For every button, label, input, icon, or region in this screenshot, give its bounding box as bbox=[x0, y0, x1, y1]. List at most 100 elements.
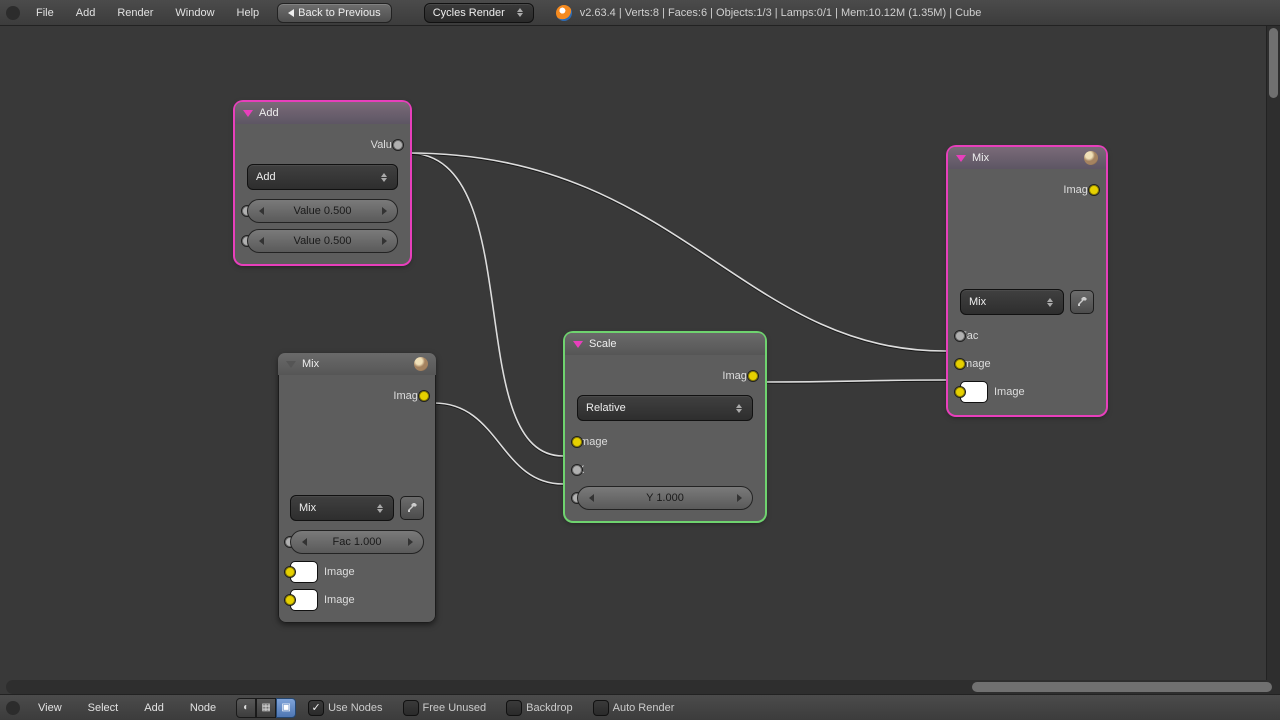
updown-icon bbox=[375, 504, 385, 513]
node-header[interactable]: Mix bbox=[948, 147, 1106, 169]
fac-text: Fac 1.000 bbox=[333, 536, 382, 548]
menu-help[interactable]: Help bbox=[227, 4, 270, 22]
backdrop-checkbox[interactable]: Backdrop bbox=[506, 700, 572, 716]
increment-icon[interactable] bbox=[401, 531, 419, 553]
updown-icon bbox=[515, 8, 525, 17]
collapse-icon[interactable] bbox=[286, 361, 296, 368]
menu-bar: File Add Render Window Help Back to Prev… bbox=[0, 0, 1280, 26]
blend-mode-dropdown[interactable]: Mix bbox=[290, 495, 394, 521]
menu-add[interactable]: Add bbox=[66, 4, 106, 22]
y-text: Y 1.000 bbox=[646, 492, 684, 504]
decrement-icon[interactable] bbox=[295, 531, 313, 553]
node-mix-2[interactable]: Mix Image Mix Fac bbox=[948, 147, 1106, 415]
decrement-icon[interactable] bbox=[252, 200, 270, 222]
scrollbar-thumb[interactable] bbox=[1269, 28, 1278, 98]
updown-icon bbox=[379, 173, 389, 182]
space-dropdown[interactable]: Relative bbox=[577, 395, 753, 421]
image2-label: Image bbox=[994, 386, 1025, 398]
menu-file[interactable]: File bbox=[26, 4, 64, 22]
space-label: Relative bbox=[586, 402, 626, 414]
node-header[interactable]: Add bbox=[235, 102, 410, 124]
collapse-icon[interactable] bbox=[243, 110, 253, 117]
value1-field[interactable]: Value 0.500 bbox=[247, 199, 398, 223]
increment-icon[interactable] bbox=[375, 230, 393, 252]
vertical-scrollbar[interactable]: + bbox=[1266, 26, 1280, 720]
footer-add[interactable]: Add bbox=[134, 699, 174, 717]
node-editor-header: View Select Add Node ◐ ▦ ▣ Use Nodes Fre… bbox=[0, 694, 1280, 720]
node-tree-type-buttons: ◐ ▦ ▣ bbox=[236, 698, 296, 718]
preview-sphere-icon bbox=[1084, 151, 1098, 165]
image-input-socket[interactable] bbox=[571, 436, 583, 448]
node-add[interactable]: Add Value Add Value 0.500 bbox=[235, 102, 410, 264]
eyedropper-icon bbox=[406, 502, 418, 514]
footer-node[interactable]: Node bbox=[180, 699, 226, 717]
image-output-socket[interactable] bbox=[747, 370, 759, 382]
texture-tree-button[interactable]: ▦ bbox=[256, 698, 276, 718]
node-header[interactable]: Mix bbox=[278, 353, 436, 375]
blender-logo-icon bbox=[556, 5, 572, 21]
value-output-socket[interactable] bbox=[392, 139, 404, 151]
image1-input-socket[interactable] bbox=[954, 358, 966, 370]
render-engine-dropdown[interactable]: Cycles Render bbox=[424, 3, 534, 23]
image2-input-socket[interactable] bbox=[284, 594, 296, 606]
menu-render[interactable]: Render bbox=[107, 4, 163, 22]
image2-label: Image bbox=[324, 594, 355, 606]
collapse-icon[interactable] bbox=[956, 155, 966, 162]
fac-input-socket[interactable] bbox=[954, 330, 966, 342]
node-editor-canvas[interactable]: Add Value Add Value 0.500 bbox=[0, 26, 1266, 680]
editor-type-icon[interactable] bbox=[6, 6, 20, 20]
menu-window[interactable]: Window bbox=[165, 4, 224, 22]
render-engine-label: Cycles Render bbox=[433, 7, 505, 19]
checkbox-icon bbox=[308, 700, 324, 716]
updown-icon bbox=[734, 404, 744, 413]
back-label: Back to Previous bbox=[298, 7, 381, 19]
footer-view[interactable]: View bbox=[28, 699, 72, 717]
blend-mode-label: Mix bbox=[969, 296, 986, 308]
checkbox-icon bbox=[593, 700, 609, 716]
eyedropper-button[interactable] bbox=[1070, 290, 1094, 314]
image-output-socket[interactable] bbox=[418, 390, 430, 402]
blend-mode-label: Mix bbox=[299, 502, 316, 514]
value2-text: Value 0.500 bbox=[294, 235, 352, 247]
increment-icon[interactable] bbox=[375, 200, 393, 222]
value1-text: Value 0.500 bbox=[294, 205, 352, 217]
use-nodes-label: Use Nodes bbox=[328, 702, 382, 714]
image2-input-socket[interactable] bbox=[954, 386, 966, 398]
auto-render-label: Auto Render bbox=[613, 702, 675, 714]
image1-input-socket[interactable] bbox=[284, 566, 296, 578]
node-mix-1[interactable]: Mix Image Mix Fac bbox=[278, 353, 436, 623]
collapse-icon[interactable] bbox=[573, 341, 583, 348]
updown-icon bbox=[1045, 298, 1055, 307]
free-unused-checkbox[interactable]: Free Unused bbox=[403, 700, 487, 716]
checkbox-icon bbox=[506, 700, 522, 716]
back-arrow-icon bbox=[288, 9, 294, 17]
image-output-socket[interactable] bbox=[1088, 184, 1100, 196]
math-mode-dropdown[interactable]: Add bbox=[247, 164, 398, 190]
blend-mode-dropdown[interactable]: Mix bbox=[960, 289, 1064, 315]
free-unused-label: Free Unused bbox=[423, 702, 487, 714]
compositing-tree-button[interactable]: ▣ bbox=[276, 698, 296, 718]
footer-select[interactable]: Select bbox=[78, 699, 129, 717]
shader-tree-button[interactable]: ◐ bbox=[236, 698, 256, 718]
math-mode-label: Add bbox=[256, 171, 276, 183]
x-input-socket[interactable] bbox=[571, 464, 583, 476]
value2-field[interactable]: Value 0.500 bbox=[247, 229, 398, 253]
auto-render-checkbox[interactable]: Auto Render bbox=[593, 700, 675, 716]
eyedropper-button[interactable] bbox=[400, 496, 424, 520]
editor-type-icon[interactable] bbox=[6, 701, 20, 715]
horizontal-scrollbar[interactable] bbox=[6, 680, 1274, 694]
node-title: Scale bbox=[589, 338, 617, 350]
y-field[interactable]: Y 1.000 bbox=[577, 486, 753, 510]
use-nodes-checkbox[interactable]: Use Nodes bbox=[308, 700, 382, 716]
decrement-icon[interactable] bbox=[252, 230, 270, 252]
decrement-icon[interactable] bbox=[582, 487, 600, 509]
fac-field[interactable]: Fac 1.000 bbox=[290, 530, 424, 554]
status-line: v2.63.4 | Verts:8 | Faces:6 | Objects:1/… bbox=[580, 7, 982, 19]
preview-sphere-icon bbox=[414, 357, 428, 371]
node-header[interactable]: Scale bbox=[565, 333, 765, 355]
back-to-previous-button[interactable]: Back to Previous bbox=[277, 3, 392, 23]
node-scale[interactable]: Scale Image Relative Image X bbox=[565, 333, 765, 521]
node-title: Add bbox=[259, 107, 279, 119]
scrollbar-thumb[interactable] bbox=[972, 682, 1272, 692]
increment-icon[interactable] bbox=[730, 487, 748, 509]
